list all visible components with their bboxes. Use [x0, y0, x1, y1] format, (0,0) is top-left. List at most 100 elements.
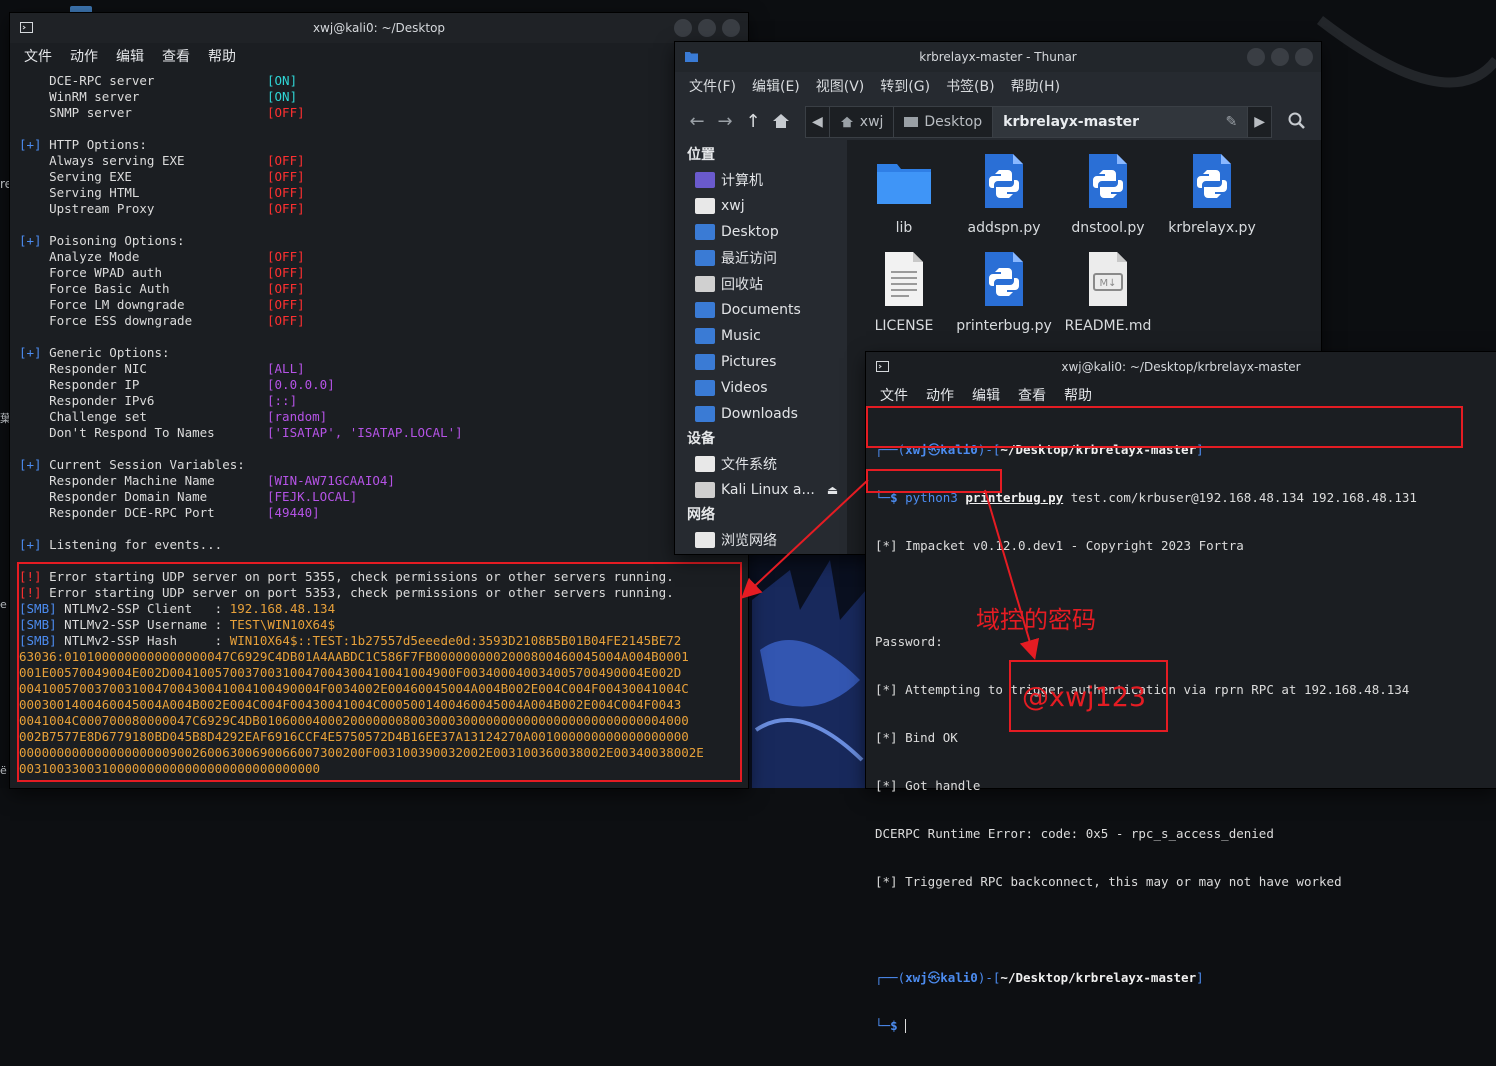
menu-view[interactable]: 视图(V) — [816, 76, 865, 96]
sidebar-item-desktop[interactable]: Desktop — [675, 219, 847, 245]
eject-icon[interactable]: ⏏ — [827, 483, 838, 497]
option-value: [0.0.0.0] — [267, 377, 335, 392]
breadcrumb-prev-arrow-icon[interactable]: ◀ — [806, 107, 830, 137]
file-name: addspn.py — [967, 220, 1041, 236]
output-line: Force LM downgrade [OFF] — [19, 297, 704, 313]
section-title: Generic Options: — [41, 345, 170, 360]
breadcrumb-home[interactable]: xwj — [830, 107, 895, 137]
output-line: Force ESS downgrade [OFF] — [19, 313, 704, 329]
section-title: HTTP Options: — [41, 137, 147, 152]
title-bar[interactable]: xwj@kali0: ~/Desktop/krbrelayx-master — [866, 352, 1496, 382]
file-item[interactable]: LICENSE — [856, 250, 952, 334]
sidebar-item-label: 文件系统 — [721, 457, 777, 473]
close-button[interactable] — [1295, 48, 1313, 66]
edit-path-pencil-icon[interactable]: ✎ — [1225, 114, 1237, 130]
menu-edit[interactable]: 编辑(E) — [752, 76, 800, 96]
terminal-icon — [20, 22, 33, 33]
option-label: Upstream Proxy — [19, 201, 155, 216]
menu-help[interactable]: 帮助(H) — [1011, 76, 1060, 96]
menu-help[interactable]: 帮助 — [208, 46, 236, 66]
back-arrow-icon[interactable]: ← — [683, 107, 711, 135]
sidebar-item-label: xwj — [721, 198, 745, 214]
forward-arrow-icon[interactable]: → — [711, 107, 739, 135]
terminal-window-responder[interactable]: xwj@kali0: ~/Desktop 文件 动作 编辑 查看 帮助 DCE-… — [10, 13, 748, 788]
minimize-button[interactable] — [1247, 48, 1265, 66]
terminal-output[interactable]: ┌──(xwj ㉿ kali0)-[~/Desktop/krbrelayx-mast… — [875, 410, 1417, 1066]
breadcrumb-label: xwj — [859, 114, 884, 130]
search-icon[interactable] — [1283, 107, 1311, 135]
sidebar-item-videos[interactable]: Videos — [675, 375, 847, 401]
file-item[interactable]: M↓ README.md — [1060, 250, 1156, 334]
sidebar-item-label: Kali Linux a... — [721, 482, 815, 498]
option-label: Responder IPv6 — [19, 393, 155, 408]
sidebar-item-label: 浏览网络 — [721, 533, 777, 549]
command-line: └─ $ — [875, 1018, 907, 1033]
menu-file[interactable]: 文件 — [880, 385, 908, 405]
output-line: WinRM server [ON] — [19, 89, 704, 105]
sidebar-item-[interactable]: 文件系统 — [675, 451, 847, 477]
minimize-button[interactable] — [674, 19, 692, 37]
menu-edit[interactable]: 编辑 — [972, 385, 1000, 405]
window-title: krbrelayx-master - Thunar — [919, 50, 1077, 64]
section-title: Listening for events... — [41, 537, 223, 552]
title-bar[interactable]: xwj@kali0: ~/Desktop — [10, 13, 748, 43]
breadcrumb-desktop[interactable]: Desktop — [894, 107, 994, 137]
annotation-password-value: @xwj123 — [1022, 682, 1147, 713]
menu-help[interactable]: 帮助 — [1064, 385, 1092, 405]
sidebar-item-pictures[interactable]: Pictures — [675, 349, 847, 375]
output-line: Analyze Mode [OFF] — [19, 249, 704, 265]
place-icon — [695, 482, 715, 498]
sidebar-item-music[interactable]: Music — [675, 323, 847, 349]
menu-view[interactable]: 查看 — [1018, 385, 1046, 405]
menu-action[interactable]: 动作 — [926, 385, 954, 405]
option-label: Don't Respond To Names — [19, 425, 215, 440]
up-arrow-icon[interactable]: ↑ — [739, 107, 767, 135]
option-label: Responder NIC — [19, 361, 147, 376]
menu-file[interactable]: 文件 — [24, 46, 52, 66]
option-value: [OFF] — [267, 201, 305, 216]
output-line: [*] Got handle — [875, 778, 981, 793]
menu-view[interactable]: 查看 — [162, 46, 190, 66]
sidebar-item-[interactable]: 最近访问 — [675, 245, 847, 271]
file-item[interactable]: dnstool.py — [1060, 152, 1156, 236]
option-label: Responder DCE-RPC Port — [19, 505, 215, 520]
sidebar-item-xwj[interactable]: xwj — [675, 193, 847, 219]
file-item[interactable]: addspn.py — [956, 152, 1052, 236]
output-line: Password: — [875, 634, 943, 649]
title-bar[interactable]: krbrelayx-master - Thunar — [675, 42, 1321, 72]
python-file-icon — [1089, 154, 1127, 208]
desktop-icon — [904, 117, 919, 127]
menu-bookmarks[interactable]: 书签(B) — [946, 76, 995, 96]
file-item[interactable]: krbrelayx.py — [1164, 152, 1260, 236]
close-button[interactable] — [722, 19, 740, 37]
breadcrumb-current[interactable]: krbrelayx-master ✎ — [993, 107, 1249, 137]
menu-bar: 文件 动作 编辑 查看 帮助 — [866, 383, 1496, 407]
option-value: [OFF] — [267, 153, 305, 168]
option-label: Always serving EXE — [19, 153, 185, 168]
output-line: Upstream Proxy [OFF] — [19, 201, 704, 217]
terminal-window-printerbug[interactable]: xwj@kali0: ~/Desktop/krbrelayx-master 文件… — [866, 352, 1496, 1033]
markdown-file-icon: M↓ — [1089, 252, 1127, 306]
file-item[interactable]: lib — [856, 152, 952, 236]
maximize-button[interactable] — [1271, 48, 1289, 66]
sidebar-item-[interactable]: 回收站 — [675, 271, 847, 297]
option-value: [ALL] — [267, 361, 305, 376]
sidebar-item-[interactable]: 浏览网络 — [675, 527, 847, 553]
breadcrumb-next-arrow-icon[interactable]: ▶ — [1248, 107, 1271, 137]
sidebar-item-downloads[interactable]: Downloads — [675, 401, 847, 427]
place-icon — [695, 250, 715, 266]
home-icon[interactable] — [767, 107, 795, 135]
menu-action[interactable]: 动作 — [70, 46, 98, 66]
menu-edit[interactable]: 编辑 — [116, 46, 144, 66]
sidebar-item-[interactable]: 计算机 — [675, 167, 847, 193]
output-line: SNMP server [OFF] — [19, 105, 704, 121]
menu-file[interactable]: 文件(F) — [689, 76, 736, 96]
prompt-at-symbol: ㉿ — [927, 970, 941, 985]
file-item[interactable]: printerbug.py — [956, 250, 1052, 334]
sidebar-item-documents[interactable]: Documents — [675, 297, 847, 323]
menu-go[interactable]: 转到(G) — [880, 76, 930, 96]
sidebar-item-kali-linux-a[interactable]: Kali Linux a... ⏏ — [675, 477, 847, 503]
maximize-button[interactable] — [698, 19, 716, 37]
file-name: dnstool.py — [1071, 220, 1145, 236]
